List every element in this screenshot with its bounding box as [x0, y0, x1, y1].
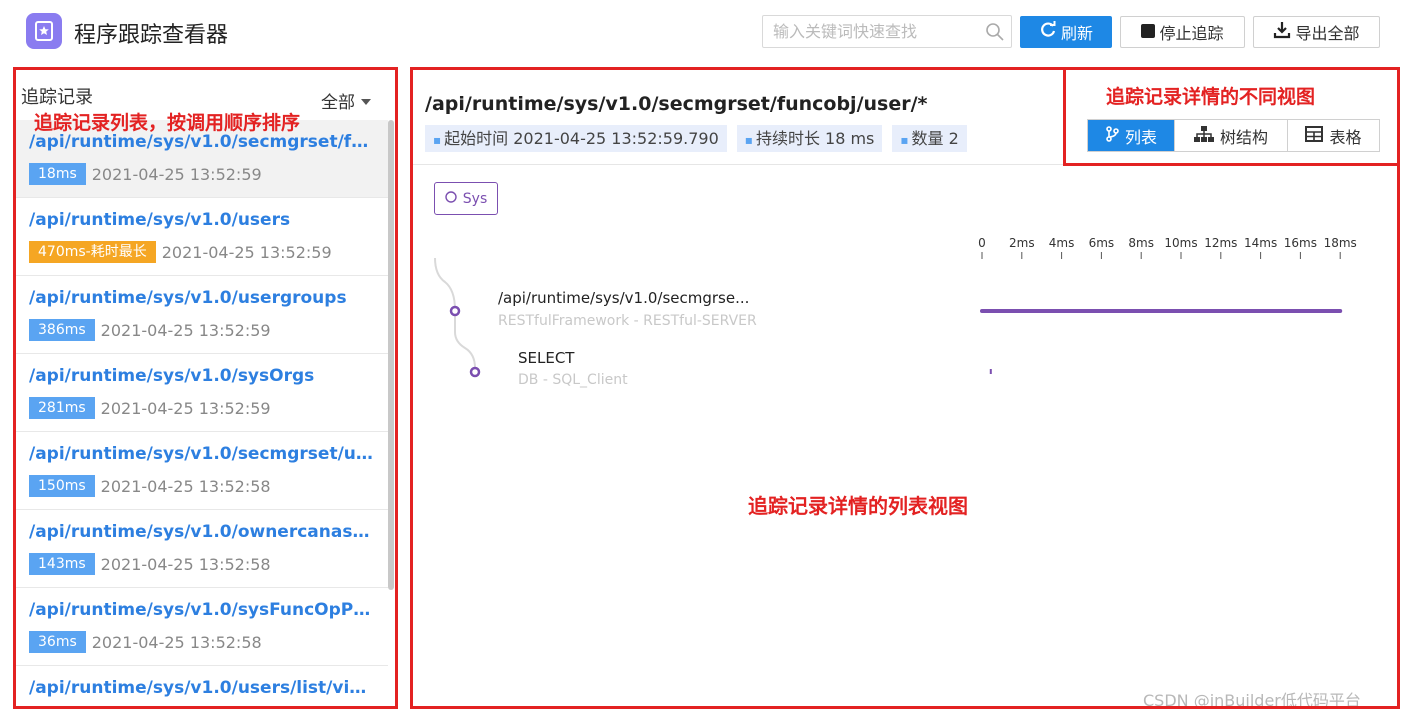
axis-tick-label: 10ms	[1164, 236, 1197, 250]
trace-list-item[interactable]: /api/runtime/sys/v1.0/users 470ms-耗时最长 20…	[16, 198, 388, 276]
trace-list-item[interactable]: /api/runtime/sys/v1.0/sysOrgs 281ms 2021-…	[16, 354, 388, 432]
span-component: RESTfulFramework - RESTful-SERVER	[498, 313, 757, 329]
span-node	[449, 305, 461, 317]
trace-list-item[interactable]: /api/runtime/sys/v1.0/secmgrset/useSecur…	[16, 432, 388, 510]
watermark: CSDN @inBuilder低代码平台	[1143, 691, 1361, 709]
trace-timeline: 0 2ms 4ms 6ms 8ms 10ms 12ms 14ms 16ms 18ms	[434, 236, 1357, 378]
trace-time: 2021-04-25 13:52:59	[91, 164, 262, 184]
trace-path[interactable]: /api/runtime/sys/v1.0/sysOrgs	[29, 366, 374, 390]
trace-time: 2021-04-25 13:52:59	[100, 320, 271, 340]
span-component: DB - SQL_Client	[518, 372, 628, 388]
trace-list-item[interactable]: /api/runtime/sys/v1.0/users/list/viewsys	[16, 666, 388, 706]
list-view-annotation: 追踪记录详情的列表视图	[748, 494, 968, 518]
trace-path[interactable]: /api/runtime/sys/v1.0/secmgrset/funcobj/…	[29, 132, 374, 156]
trace-list-title: 追踪记录	[21, 87, 93, 108]
refresh-button[interactable]: 刷新	[1020, 16, 1112, 48]
trace-time: 2021-04-25 13:52:59	[161, 242, 332, 262]
trace-list-item[interactable]: /api/runtime/sys/v1.0/usergroups 386ms 20…	[16, 276, 388, 354]
axis-tick-label: 18ms	[1324, 236, 1357, 250]
filter-dropdown[interactable]: 全部	[321, 88, 371, 113]
app-header: 程序跟踪查看器 刷新 停止追踪 导出全部	[0, 0, 1405, 62]
trace-path[interactable]: /api/runtime/sys/v1.0/secmgrset/useSecur…	[29, 444, 374, 468]
axis-tick-label: 4ms	[1049, 236, 1075, 250]
trace-path[interactable]: /api/runtime/sys/v1.0/users/list/viewsys	[29, 678, 374, 702]
axis-tick-label: 12ms	[1204, 236, 1237, 250]
trace-list-panel: 追踪记录 全部 追踪记录列表，按调用顺序排序 /api/runtime/sys/…	[13, 67, 398, 709]
trace-path[interactable]: /api/runtime/sys/v1.0/users	[29, 210, 374, 234]
span-node	[469, 366, 481, 378]
export-all-button[interactable]: 导出全部	[1253, 16, 1380, 48]
axis-tick-label: 16ms	[1284, 236, 1317, 250]
duration-badge: 150ms	[29, 475, 95, 497]
stop-icon	[1141, 23, 1156, 42]
trace-path[interactable]: /api/runtime/sys/v1.0/usergroups	[29, 288, 374, 312]
trace-list-item[interactable]: /api/runtime/sys/v1.0/sysFuncOpPermissio…	[16, 588, 388, 666]
axis-tick-label: 2ms	[1009, 236, 1035, 250]
trace-path[interactable]: /api/runtime/sys/v1.0/ownercanassop/list	[29, 522, 374, 546]
trace-list-item[interactable]: /api/runtime/sys/v1.0/ownercanassop/list…	[16, 510, 388, 588]
trace-time: 2021-04-25 13:52:58	[100, 476, 271, 496]
axis-tick-label: 14ms	[1244, 236, 1277, 250]
duration-badge: 386ms	[29, 319, 95, 341]
caret-down-icon	[361, 91, 371, 111]
stop-trace-button[interactable]: 停止追踪	[1120, 16, 1245, 48]
trace-time: 2021-04-25 13:52:58	[100, 554, 271, 574]
span-name[interactable]: SELECT	[518, 349, 574, 367]
search-box[interactable]	[762, 15, 1012, 48]
download-icon	[1273, 21, 1291, 43]
tree-connector	[434, 257, 456, 311]
stop-label: 停止追踪	[1159, 24, 1224, 43]
trace-time: 2021-04-25 13:52:58	[91, 632, 262, 652]
axis-tick-label: 8ms	[1128, 236, 1154, 250]
duration-badge: 18ms	[29, 163, 86, 185]
export-label: 导出全部	[1295, 24, 1360, 43]
trace-list: /api/runtime/sys/v1.0/secmgrset/funcobj/…	[16, 120, 388, 706]
list-scrollbar[interactable]	[388, 120, 394, 590]
tree-connector	[454, 316, 476, 369]
filter-label: 全部	[321, 93, 355, 113]
axis-tick-label: 0	[978, 236, 986, 250]
search-input[interactable]	[763, 16, 978, 47]
list-annotation: 追踪记录列表，按调用顺序排序	[34, 112, 301, 134]
duration-badge: 36ms	[29, 631, 86, 653]
trace-detail-panel: /api/runtime/sys/v1.0/secmgrset/funcobj/…	[410, 67, 1400, 709]
duration-badge: 143ms	[29, 553, 95, 575]
duration-badge-longest: 470ms-耗时最长	[29, 241, 156, 263]
search-icon[interactable]	[985, 22, 1005, 46]
app-title: 程序跟踪查看器	[74, 23, 229, 48]
app-logo-icon	[26, 13, 62, 49]
axis-tick-label: 6ms	[1089, 236, 1115, 250]
refresh-icon	[1039, 21, 1057, 43]
duration-badge: 281ms	[29, 397, 95, 419]
refresh-label: 刷新	[1060, 24, 1093, 43]
span-name[interactable]: /api/runtime/sys/v1.0/secmgrse...	[498, 289, 749, 307]
trace-time: 2021-04-25 13:52:59	[100, 398, 271, 418]
trace-path[interactable]: /api/runtime/sys/v1.0/sysFuncOpPermissio…	[29, 600, 374, 624]
